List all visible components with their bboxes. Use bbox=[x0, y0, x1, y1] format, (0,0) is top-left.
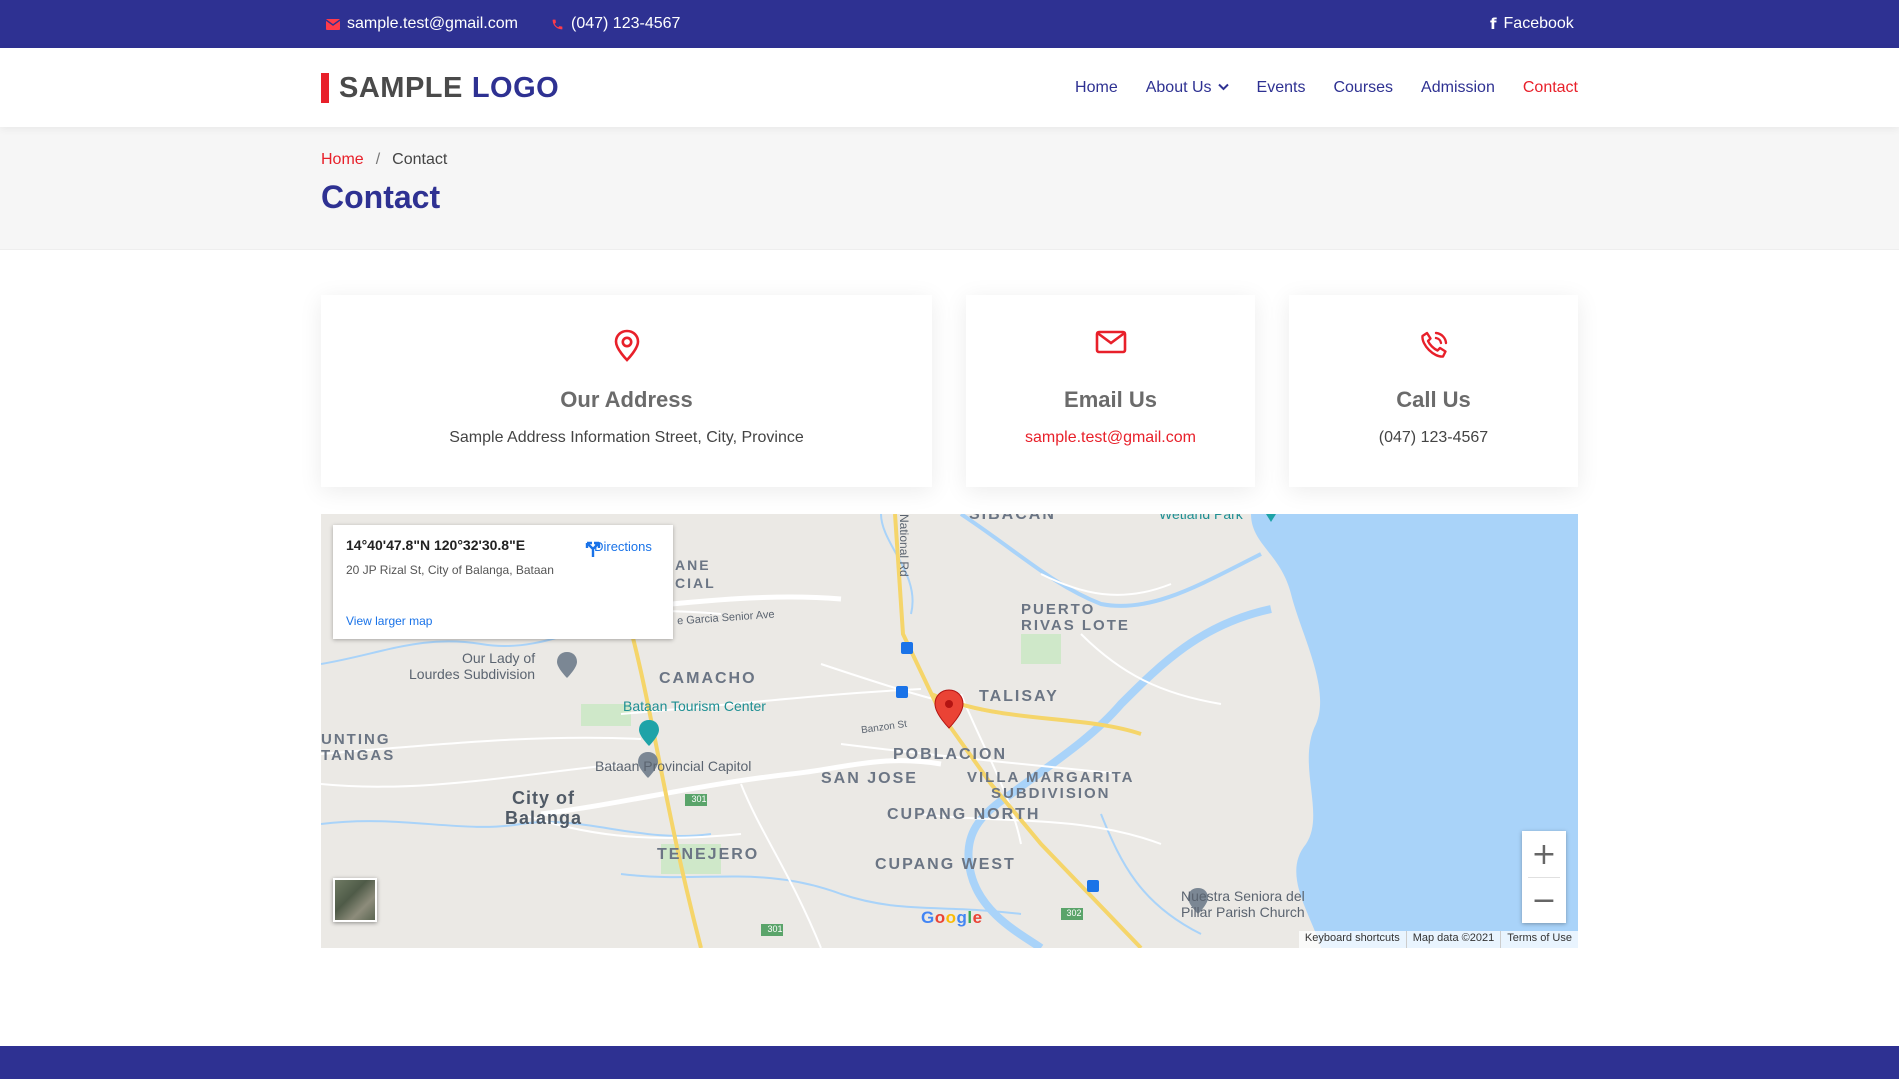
zoom-control: + − bbox=[1522, 831, 1566, 923]
map-attribution: Keyboard shortcuts Map data ©2021 Terms … bbox=[1298, 931, 1578, 948]
logo-bar bbox=[321, 73, 329, 103]
call-card-title: Call Us bbox=[1396, 387, 1471, 412]
directions-button[interactable]: Directions bbox=[583, 539, 663, 557]
map-label-city-of-balanga: City of Balanga bbox=[505, 788, 583, 828]
nav-contact[interactable]: Contact bbox=[1523, 79, 1578, 97]
map-label-tenejero: TENEJERO bbox=[657, 846, 760, 863]
site-footer bbox=[0, 1046, 1899, 1079]
map-label-camacho: CAMACHO bbox=[659, 670, 757, 687]
map-route-302: 302 bbox=[1066, 908, 1082, 918]
phone-icon bbox=[551, 18, 564, 31]
call-card-text: (047) 123-4567 bbox=[1378, 429, 1489, 446]
map-label-talisay: TALISAY bbox=[979, 688, 1059, 705]
phone-call-icon bbox=[1289, 329, 1578, 361]
map-label-parish-church: Nuestra Seniora del Pillar Parish Church bbox=[1181, 888, 1305, 920]
address-card-text: Sample Address Information Street, City,… bbox=[449, 429, 804, 446]
email-card-link[interactable]: sample.test@gmail.com bbox=[966, 429, 1255, 447]
topbar-facebook-text: Facebook bbox=[1503, 15, 1574, 32]
location-marker bbox=[934, 689, 964, 729]
nav-admission[interactable]: Admission bbox=[1421, 79, 1495, 97]
email-card: Email Us sample.test@gmail.com bbox=[966, 295, 1255, 487]
map-label-poblacion: POBLACION bbox=[893, 746, 1007, 763]
map-label-sibacan: SIBACAN bbox=[969, 514, 1056, 523]
satellite-toggle-button[interactable] bbox=[333, 878, 377, 922]
google-logo: Google bbox=[921, 908, 983, 927]
keyboard-shortcuts-link[interactable]: Keyboard shortcuts bbox=[1299, 931, 1406, 948]
map-route-301-south: 301 bbox=[767, 924, 783, 934]
map-label-cupang-west: CUPANG WEST bbox=[875, 856, 1016, 873]
envelope-icon bbox=[966, 329, 1255, 355]
map-label-tourism-center: Bataan Tourism Center bbox=[623, 698, 766, 714]
facebook-icon: f bbox=[1490, 15, 1497, 33]
topbar-phone[interactable]: (047) 123-4567 bbox=[551, 0, 680, 48]
main-nav: Home About Us Events Courses Admission C… bbox=[1075, 48, 1578, 127]
nav-home[interactable]: Home bbox=[1075, 79, 1118, 97]
zoom-in-button[interactable]: + bbox=[1522, 831, 1566, 877]
map-label-ane-cial: ANE CIAL bbox=[675, 557, 716, 591]
site-logo[interactable]: SAMPLE LOGO bbox=[321, 71, 559, 105]
breadcrumb-separator: / bbox=[375, 151, 381, 168]
map-data-text: Map data ©2021 bbox=[1405, 931, 1501, 948]
breadcrumb-current: Contact bbox=[392, 151, 448, 168]
breadcrumb-home[interactable]: Home bbox=[321, 151, 364, 169]
call-card: Call Us (047) 123-4567 bbox=[1289, 295, 1578, 487]
logo-word-2: LOGO bbox=[471, 71, 560, 104]
terms-of-use-link[interactable]: Terms of Use bbox=[1500, 931, 1578, 948]
topbar-email[interactable]: sample.test@gmail.com bbox=[326, 0, 518, 48]
nav-courses[interactable]: Courses bbox=[1333, 79, 1393, 97]
map-coordinates: 14°40'47.8"N 120°32'30.8"E bbox=[346, 537, 526, 553]
view-larger-map-link[interactable]: View larger map bbox=[346, 614, 432, 628]
site-header: SAMPLE LOGO Home About Us Events Courses… bbox=[0, 48, 1899, 127]
zoom-divider bbox=[1528, 877, 1560, 878]
map-label-provincial-capitol: Bataan Provincial Capitol bbox=[595, 758, 752, 774]
logo-word-1: SAMPLE bbox=[339, 71, 463, 104]
zoom-out-button[interactable]: − bbox=[1522, 877, 1566, 923]
map-label-san-jose: SAN JOSE bbox=[821, 770, 918, 787]
map-address: 20 JP Rizal St, City of Balanga, Bataan bbox=[346, 563, 554, 577]
map-label-wetland-park: Wetland Park bbox=[1159, 514, 1243, 522]
address-card: Our Address Sample Address Information S… bbox=[321, 295, 932, 487]
map-label-villa-margarita: VILLA MARGARITA SUBDIVISION bbox=[967, 769, 1135, 802]
page-title: Contact bbox=[321, 179, 441, 215]
google-map[interactable]: SIBACAN Wetland Park ANE CIAL National R… bbox=[321, 514, 1578, 948]
map-pin-icon bbox=[321, 329, 932, 363]
nav-about-us-label: About Us bbox=[1145, 78, 1212, 96]
breadcrumb: Home / Contact bbox=[321, 151, 447, 169]
topbar-facebook-link[interactable]: f Facebook bbox=[1490, 0, 1574, 48]
nav-events[interactable]: Events bbox=[1257, 79, 1306, 97]
map-info-box: 14°40'47.8"N 120°32'30.8"E 20 JP Rizal S… bbox=[333, 525, 673, 639]
topbar-phone-text: (047) 123-4567 bbox=[571, 15, 681, 32]
map-label-national-rd: National Rd bbox=[897, 514, 911, 577]
map-label-puerto-rivas: PUERTO RIVAS LOTE bbox=[1021, 601, 1130, 634]
chevron-down-icon bbox=[1217, 82, 1229, 94]
envelope-icon bbox=[326, 18, 340, 30]
map-route-301: 301 bbox=[691, 794, 707, 804]
address-card-title: Our Address bbox=[560, 387, 693, 412]
top-bar: sample.test@gmail.com (047) 123-4567 f F… bbox=[0, 0, 1899, 48]
map-label-cupang-north: CUPANG NORTH bbox=[887, 806, 1041, 823]
topbar-email-text: sample.test@gmail.com bbox=[347, 15, 518, 32]
map-label-unting-tangas: UNTING TANGAS bbox=[321, 731, 396, 764]
email-card-title: Email Us bbox=[1064, 387, 1157, 412]
map-label-lourdes: Our Lady of Lourdes Subdivision bbox=[409, 650, 536, 682]
nav-about-us[interactable]: About Us bbox=[1146, 79, 1229, 97]
page-header-band: Home / Contact Contact bbox=[0, 127, 1899, 250]
